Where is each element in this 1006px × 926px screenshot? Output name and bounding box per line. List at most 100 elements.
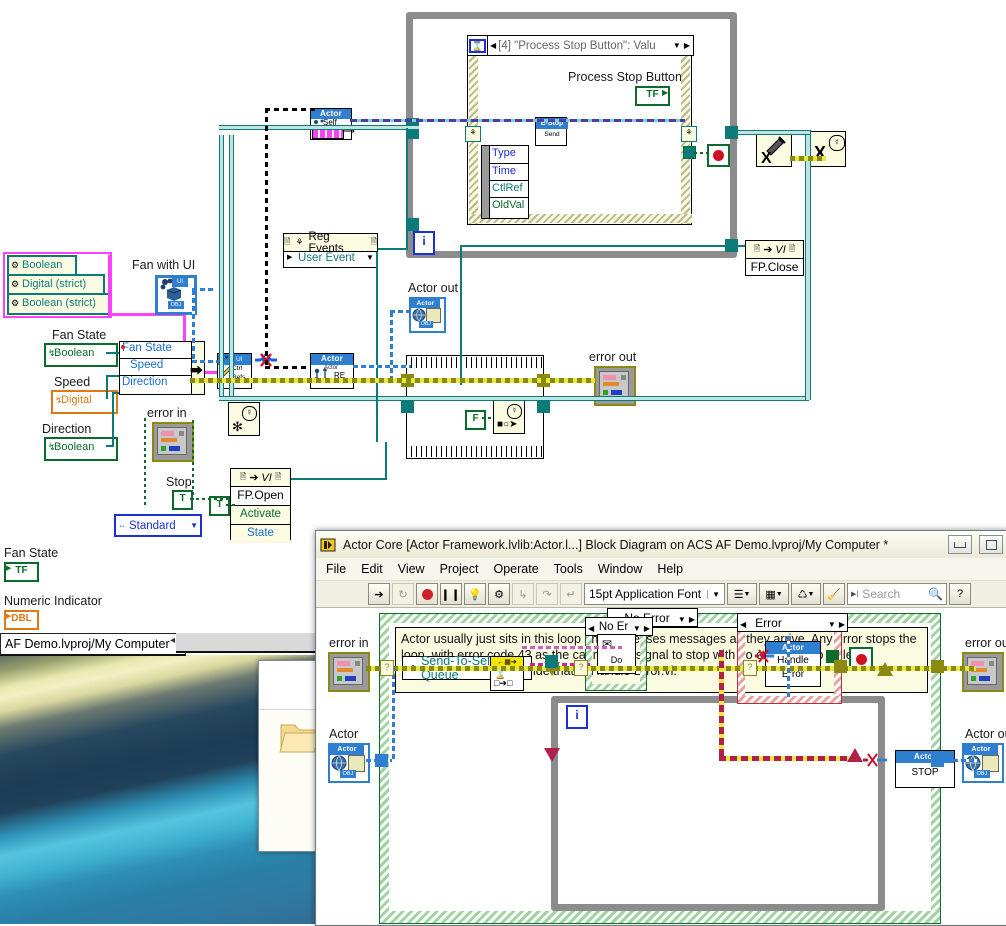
minimize-button[interactable] — [948, 535, 972, 554]
align-objects-icon[interactable]: ☰ ▼ — [727, 583, 757, 605]
reg-events-row[interactable]: User Event — [298, 252, 355, 264]
tool-bar[interactable]: ➔ ↻ ❙❙ 💡 ⚙ ↳ ↷ ↵ 15pt Application Font ▼… — [316, 580, 1006, 608]
menu-item-window[interactable]: Window — [598, 562, 642, 576]
bundle-item-speed[interactable]: Speed — [130, 359, 163, 371]
reg-events-caret-icon[interactable]: ▼ — [366, 253, 374, 262]
error-in-terminal[interactable] — [328, 652, 370, 692]
abort-icon[interactable] — [416, 583, 438, 605]
enum-caret-icon[interactable]: ▼ — [190, 521, 198, 530]
case-prev-arrow[interactable] — [588, 620, 594, 634]
event-data-div1 — [489, 163, 528, 164]
type-definition-cluster[interactable]: ⚙ Boolean ⚙ Digital (strict) ⚙ Boolean (… — [3, 252, 112, 318]
actor-out-terminal[interactable]: Actor OBJ — [962, 743, 1004, 783]
tunnel-ref-right — [537, 400, 550, 413]
fp-close-node[interactable]: 🗎 ➔ VI 🗎 FP.Close — [745, 240, 804, 276]
bundle-item-fan-state[interactable]: Fan State — [122, 342, 172, 354]
actor-core-diagram[interactable]: No Error Actor usually just sits in this… — [317, 608, 1006, 924]
cluster-item-boolean-strict[interactable]: ⚙ Boolean (strict) — [7, 293, 110, 315]
font-selector-caret-icon[interactable]: ▼ — [707, 589, 720, 599]
release-notifier-node[interactable]: ☿ ■○➤ — [493, 400, 525, 434]
context-help-icon[interactable]: ? — [949, 583, 971, 605]
case-caret[interactable] — [633, 620, 641, 634]
step-into-icon[interactable]: ↳ — [512, 583, 534, 605]
magnifier-icon[interactable]: 🔍 — [928, 587, 943, 601]
menu-item-tools[interactable]: Tools — [554, 562, 583, 576]
error-in-terminal[interactable] — [152, 422, 194, 462]
search-input[interactable]: ▶| Search 🔍 — [847, 583, 947, 605]
restore-button[interactable] — [979, 535, 1003, 554]
event-data-div3 — [489, 197, 528, 198]
event-data-type[interactable]: Type — [492, 147, 516, 159]
case-next-arrow[interactable] — [689, 611, 695, 625]
event-case-next-arrow[interactable]: ▶ — [683, 41, 693, 50]
error-case-selector[interactable]: Error — [737, 613, 848, 632]
event-case-prev-arrow[interactable]: ◀ — [488, 41, 498, 50]
standard-enum-constant[interactable]: ⇔ Standard ▼ — [114, 514, 202, 537]
register-events-node[interactable]: 🗎 ⚘ Reg Events 🗎 User Event ▶ ▼ — [283, 231, 378, 268]
cleanup-diagram-icon[interactable]: 🧹 — [823, 583, 845, 605]
actor-in-terminal[interactable]: Actor OBJ — [328, 743, 370, 783]
step-over-icon[interactable]: ↷ — [536, 583, 558, 605]
bundle-by-name-node[interactable]: Fan State Speed Direction — [119, 341, 193, 395]
inner-case-label: No Er — [598, 620, 629, 633]
taskbar-button-label: AF Demo.lvproj/My Computer — [5, 637, 170, 651]
event-case-selector[interactable]: ⌛ ◀ [4] "Process Stop Button": Valu ▼ ▶ — [467, 35, 694, 56]
notifier-node-left[interactable]: ☿ ✻ — [228, 402, 260, 436]
destroy-user-event-node[interactable]: X — [756, 131, 792, 167]
dequeue-element-node[interactable]: ←▦➔ ⌛ □➔□ — [490, 656, 524, 691]
event-data-oldval[interactable]: OldVal — [492, 199, 524, 211]
highlight-execution-icon[interactable]: 💡 — [464, 583, 486, 605]
case-caret[interactable] — [828, 616, 836, 630]
run-icon[interactable]: ➔ — [368, 583, 390, 605]
message-while-loop[interactable] — [551, 696, 885, 911]
stop-loop-condition-terminal[interactable] — [707, 144, 730, 167]
release-notifier-x-node[interactable]: ☿ X — [810, 131, 846, 167]
event-data-time[interactable]: Time — [492, 165, 516, 177]
dequeue-box-icon: □➔□ — [494, 678, 513, 688]
menu-item-help[interactable]: Help — [657, 562, 683, 576]
window-title-bar[interactable]: Actor Core [Actor Framework.lvlib:Actor.… — [316, 531, 1006, 558]
event-data-ctlref[interactable]: CtlRef — [492, 182, 523, 194]
actor-out-terminal[interactable]: Actor OBJ — [409, 297, 446, 333]
fan-state-ind-arrow-icon: ▶ — [6, 565, 12, 572]
case-next-arrow[interactable] — [839, 616, 845, 630]
font-selector[interactable]: 15pt Application Font ▼ — [584, 583, 725, 605]
run-continuously-icon[interactable]: ↻ — [392, 583, 414, 605]
menu-item-edit[interactable]: Edit — [361, 562, 383, 576]
taskbar-button-af-demo[interactable]: AF Demo.lvproj/My Computer — [0, 633, 186, 656]
actor-re-node[interactable]: Actor RE Actor — [310, 353, 354, 389]
reorder-icon[interactable]: ♺ ▼ — [791, 583, 821, 605]
case-caret[interactable] — [678, 611, 686, 625]
event-case-caret[interactable]: ▼ — [671, 41, 683, 50]
menu-item-project[interactable]: Project — [440, 562, 479, 576]
false-constant[interactable]: F — [465, 410, 486, 430]
menu-item-view[interactable]: View — [398, 562, 425, 576]
error-in-label: error in — [329, 636, 369, 650]
stop-constant[interactable]: T — [172, 490, 193, 510]
pause-icon[interactable]: ❙❙ — [440, 583, 462, 605]
fan-with-ui-terminal[interactable]: UI OBJ — [155, 275, 197, 315]
actor-core-window[interactable]: Actor Core [Actor Framework.lvlib:Actor.… — [315, 530, 1006, 926]
fp-open-node[interactable]: 🗎 ➔ VI 🗎 FP.Open Activate State — [230, 468, 291, 543]
actor-self-node[interactable]: Actor Self ⟶ — [310, 108, 355, 140]
stop-actor-node[interactable]: Actor STOP — [895, 750, 955, 788]
case-prev-arrow[interactable] — [740, 616, 746, 630]
taskbar-caret-icon[interactable]: ◂ — [170, 635, 175, 646]
step-out-icon[interactable]: ↵ — [560, 583, 582, 605]
vi-arrow-icon: ➔ — [763, 244, 773, 256]
fp-open-param-activate[interactable]: Activate — [231, 506, 290, 525]
event-data-node[interactable]: Type Time CtlRef OldVal — [481, 145, 529, 219]
error-out-terminal[interactable] — [962, 652, 1004, 692]
bundle-item-direction[interactable]: Direction — [122, 376, 167, 388]
distribute-objects-icon[interactable]: ▦ ▼ — [759, 583, 789, 605]
search-caret-icon[interactable]: ▶| — [851, 590, 858, 598]
fp-open-header: 🗎 ➔ VI 🗎 — [231, 469, 290, 487]
retain-wire-values-icon[interactable]: ⚙ — [488, 583, 510, 605]
menu-bar[interactable]: File Edit View Project Operate Tools Win… — [316, 558, 1006, 580]
case-next-arrow[interactable] — [644, 620, 650, 634]
menu-item-operate[interactable]: Operate — [493, 562, 538, 576]
folder-icon[interactable] — [279, 719, 320, 755]
menu-item-file[interactable]: File — [326, 562, 346, 576]
fp-open-param-state[interactable]: State — [231, 525, 290, 543]
connector-icon: ⚙ — [11, 260, 20, 270]
